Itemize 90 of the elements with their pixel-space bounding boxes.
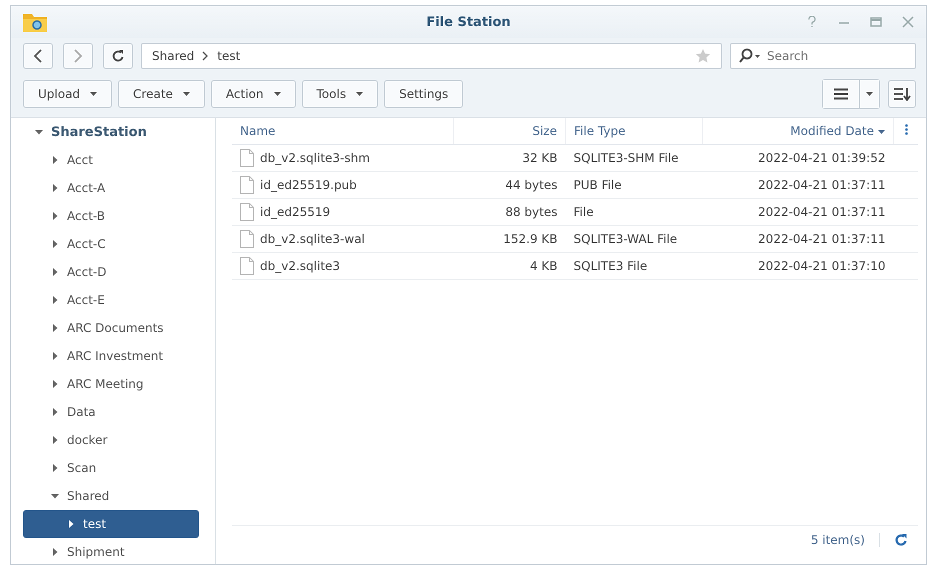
- column-header[interactable]: Size: [454, 118, 566, 144]
- file-name[interactable]: db_v2.sqlite3-shm: [260, 151, 370, 165]
- sort-caret-icon: [878, 130, 885, 134]
- search-field[interactable]: Search: [730, 43, 916, 69]
- file-icon: [240, 203, 254, 221]
- refresh-icon[interactable]: [894, 533, 908, 547]
- chevron-right-icon: [202, 51, 210, 61]
- file-icon: [240, 257, 254, 275]
- file-name[interactable]: db_v2.sqlite3-wal: [260, 232, 365, 246]
- caret-down-icon[interactable]: [51, 492, 59, 500]
- star-icon[interactable]: [695, 48, 711, 64]
- caret-right-icon[interactable]: [51, 296, 59, 304]
- caret-right-icon[interactable]: [51, 408, 59, 416]
- caret-right-icon[interactable]: [51, 380, 59, 388]
- tree-root-item[interactable]: ShareStation: [23, 118, 199, 146]
- refresh-icon: [111, 49, 125, 63]
- folder-item[interactable]: Acct-D: [23, 258, 199, 286]
- file-size: 44 bytes: [505, 178, 558, 192]
- path-segment[interactable]: Shared: [152, 49, 194, 63]
- view-dropdown-button[interactable]: [859, 80, 879, 108]
- folder-item[interactable]: ARC Meeting: [23, 370, 199, 398]
- search-icon: [738, 48, 762, 64]
- folder-item[interactable]: Data: [23, 398, 199, 426]
- folder-item[interactable]: Shipment: [23, 538, 199, 566]
- folder-item[interactable]: ARC Documents: [23, 314, 199, 342]
- file-size: 88 bytes: [505, 205, 558, 219]
- folder-item[interactable]: Scan: [23, 454, 199, 482]
- caret-right-icon[interactable]: [51, 240, 59, 248]
- folder-item[interactable]: test: [23, 510, 199, 538]
- caret-right-icon[interactable]: [51, 352, 59, 360]
- item-count: 5 item(s): [810, 533, 880, 547]
- folder-item[interactable]: Acct: [23, 146, 199, 174]
- toolbar-button[interactable]: Tools: [302, 80, 378, 108]
- caret-right-icon[interactable]: [51, 156, 59, 164]
- modified-date: 2022-04-21 01:37:10: [758, 259, 886, 273]
- caret-right-icon[interactable]: [67, 520, 75, 528]
- toolbar-button[interactable]: Action: [210, 80, 296, 108]
- caret-down-icon: [866, 92, 873, 96]
- folder-item[interactable]: Acct-A: [23, 174, 199, 202]
- column-header[interactable]: Name: [232, 118, 454, 144]
- file-type: File: [574, 205, 594, 219]
- modified-date: 2022-04-21 01:39:52: [758, 151, 886, 165]
- file-icon: [240, 149, 254, 167]
- modified-date: 2022-04-21 01:37:11: [758, 178, 886, 192]
- modified-date: 2022-04-21 01:37:11: [758, 205, 886, 219]
- folder-item[interactable]: Shared: [23, 482, 199, 510]
- toolbar-button[interactable]: Settings: [384, 80, 464, 108]
- caret-right-icon[interactable]: [51, 548, 59, 556]
- path-segment[interactable]: test: [217, 49, 240, 63]
- toolbar-button[interactable]: Upload: [23, 80, 112, 108]
- list-view-button[interactable]: [823, 80, 859, 108]
- file-size: 152.9 KB: [503, 232, 558, 246]
- refresh-button[interactable]: [103, 43, 133, 69]
- caret-right-icon[interactable]: [51, 324, 59, 332]
- caret-right-icon[interactable]: [51, 184, 59, 192]
- folder-icon: [22, 11, 48, 33]
- toolbar-button[interactable]: Create: [118, 80, 205, 108]
- file-name[interactable]: id_ed25519.pub: [260, 178, 357, 192]
- list-icon: [833, 88, 849, 100]
- file-name[interactable]: id_ed25519: [260, 205, 330, 219]
- column-header[interactable]: File Type: [566, 118, 702, 144]
- sort-icon: [893, 87, 911, 101]
- path-field[interactable]: Shared test: [141, 43, 722, 69]
- chevron-left-icon: [33, 49, 43, 63]
- file-type: PUB File: [574, 178, 622, 192]
- folder-item[interactable]: Acct-B: [23, 202, 199, 230]
- caret-right-icon[interactable]: [51, 464, 59, 472]
- file-type: SQLITE3 File: [574, 259, 648, 273]
- file-type: SQLITE3-SHM File: [574, 151, 679, 165]
- folder-item[interactable]: docker: [23, 426, 199, 454]
- window-title: File Station: [426, 14, 511, 30]
- column-menu-icon[interactable]: [904, 124, 908, 135]
- caret-right-icon[interactable]: [51, 268, 59, 276]
- caret-right-icon[interactable]: [51, 436, 59, 444]
- file-icon: [240, 230, 254, 248]
- back-button[interactable]: [23, 43, 53, 69]
- file-size: 4 KB: [530, 259, 558, 273]
- file-type: SQLITE3-WAL File: [574, 232, 678, 246]
- folder-item[interactable]: Acct-C: [23, 230, 199, 258]
- file-name[interactable]: db_v2.sqlite3: [260, 259, 340, 273]
- folder-item[interactable]: Acct-E: [23, 286, 199, 314]
- chevron-right-icon: [73, 49, 83, 63]
- file-icon: [240, 176, 254, 194]
- folder-item[interactable]: ARC Investment: [23, 342, 199, 370]
- file-size: 32 KB: [522, 151, 558, 165]
- caret-right-icon[interactable]: [51, 212, 59, 220]
- column-header[interactable]: Modified Date: [702, 118, 894, 144]
- caret-down-icon[interactable]: [35, 128, 43, 136]
- sort-button[interactable]: [888, 80, 916, 108]
- modified-date: 2022-04-21 01:37:11: [758, 232, 886, 246]
